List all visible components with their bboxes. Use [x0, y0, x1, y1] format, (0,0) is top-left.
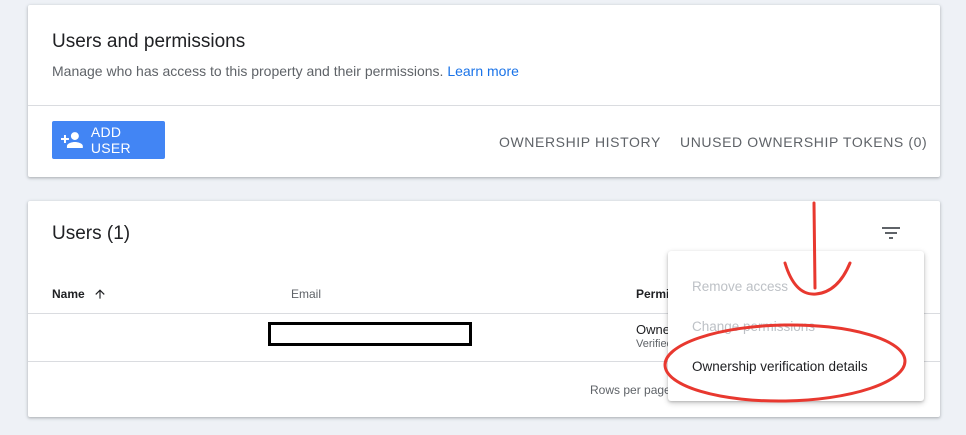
ownership-history-button[interactable]: OWNERSHIP HISTORY	[499, 134, 661, 150]
description-text: Manage who has access to this property a…	[52, 63, 444, 79]
unused-ownership-tokens-button[interactable]: UNUSED OWNERSHIP TOKENS (0)	[680, 134, 927, 150]
user-permission: Owner	[636, 322, 668, 337]
menu-item-ownership-verification-details[interactable]: Ownership verification details	[692, 359, 868, 374]
rows-per-page-label: Rows per page	[590, 383, 668, 397]
page-title: Users and permissions	[52, 31, 246, 52]
add-user-button[interactable]: ADD USER	[52, 121, 165, 159]
users-permissions-card: Users and permissions Manage who has acc…	[28, 5, 940, 177]
menu-item-change-permissions[interactable]: Change permissions	[692, 319, 815, 334]
sort-arrow-up-icon	[95, 289, 105, 299]
add-user-label: ADD USER	[90, 124, 131, 156]
column-header-name[interactable]: Name	[52, 287, 107, 301]
column-header-permission[interactable]: Permission	[636, 287, 668, 301]
column-header-email[interactable]: Email	[291, 287, 321, 301]
user-permission-note: Verified	[636, 338, 668, 350]
page-description: Manage who has access to this property a…	[52, 63, 519, 79]
menu-item-remove-access[interactable]: Remove access	[692, 279, 788, 294]
filter-icon[interactable]	[879, 221, 903, 245]
column-name-label: Name	[52, 287, 85, 301]
redacted-email	[268, 322, 472, 346]
person-add-icon	[60, 132, 83, 148]
user-actions-menu: Remove access Change permissions Ownersh…	[668, 251, 924, 401]
learn-more-link[interactable]: Learn more	[447, 63, 519, 79]
users-title: Users (1)	[52, 223, 131, 244]
header-divider	[28, 105, 940, 106]
